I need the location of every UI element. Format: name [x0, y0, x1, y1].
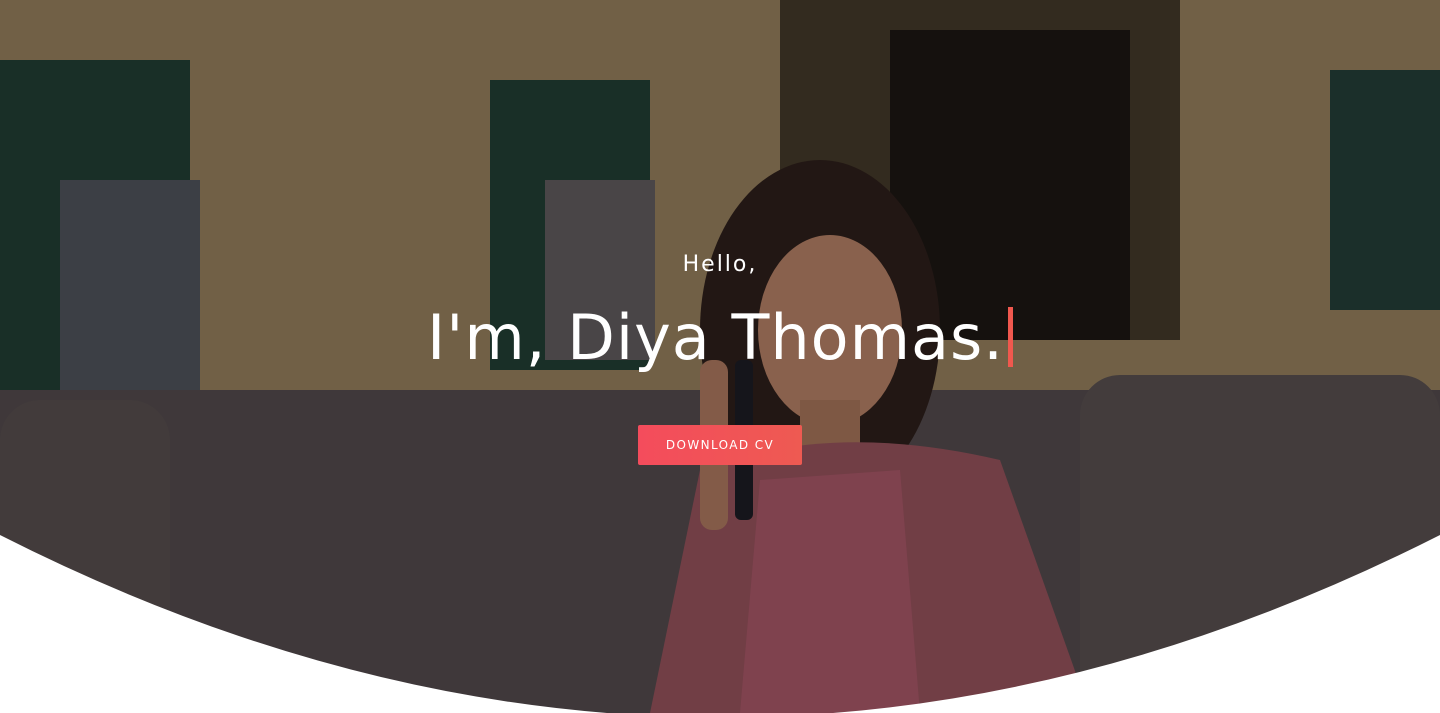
text-cursor-icon — [1008, 307, 1013, 367]
hero-headline-text: I'm, Diya Thomas. — [427, 301, 1004, 374]
hero-headline: I'm, Diya Thomas. — [0, 298, 1440, 378]
download-cv-button[interactable]: DOWNLOAD CV — [638, 425, 802, 465]
hero-greeting: Hello, — [682, 252, 758, 277]
hero-section: Hello, I'm, Diya Thomas. DOWNLOAD CV — [0, 0, 1440, 713]
